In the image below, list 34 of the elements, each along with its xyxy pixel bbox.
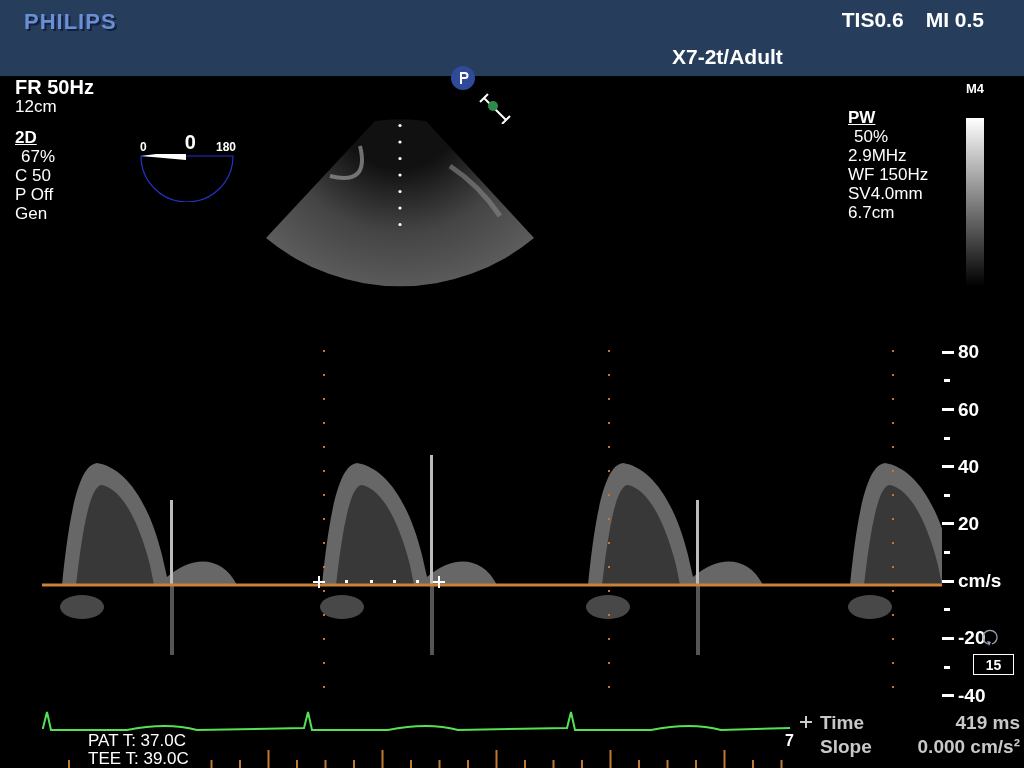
doppler-parameter: PW <box>848 108 876 127</box>
measurement-label: Slope <box>820 736 872 758</box>
acoustic-index: MI 0.5 <box>925 8 984 32</box>
imaging-parameter: Gen <box>15 204 48 223</box>
map-label: M4 <box>966 81 985 96</box>
velocity-scale-label: -20 <box>958 627 986 650</box>
sweep-speed-value: 15 <box>973 654 1014 675</box>
measurement-value: 0.000 cm/s² <box>917 736 1020 758</box>
velocity-scale-label: 80 <box>958 341 980 364</box>
imaging-parameter: C 50 <box>15 166 51 185</box>
imaging-parameter: P Off <box>15 185 54 204</box>
velocity-scale-label: -40 <box>958 684 986 707</box>
dial-min-label: 0 <box>140 140 147 154</box>
doppler-parameter: 6.7cm <box>848 203 895 222</box>
measurement-value: 419 ms <box>955 712 1020 734</box>
imaging-parameter: 12cm <box>15 97 57 116</box>
transducer-label: X7-2t/Adult <box>672 45 783 69</box>
acoustic-index: TIS0.6 <box>841 8 904 32</box>
velocity-scale-label: 60 <box>958 398 980 421</box>
doppler-parameter: SV4.0mm <box>848 184 923 203</box>
imaging-parameter: FR 50Hz <box>15 78 94 97</box>
doppler-parameter: 50% <box>853 127 889 146</box>
doppler-parameter: WF 150Hz <box>848 165 929 184</box>
dial-angle-value: 0 <box>184 131 196 154</box>
doppler-parameter: 2.9MHz <box>848 146 907 165</box>
velocity-scale-label: 40 <box>958 455 980 478</box>
dial-max-label: 180 <box>215 140 236 154</box>
imaging-parameter: 2D <box>15 128 37 147</box>
velocity-scale-label: 20 <box>958 512 980 535</box>
measurement-label: Time <box>820 712 864 734</box>
brand-logo: PHILIPS <box>24 9 118 35</box>
velocity-scale-label: cm/s <box>958 570 1002 593</box>
ecg-marker: 7 <box>785 732 794 750</box>
imaging-parameter: 67% <box>20 147 56 166</box>
